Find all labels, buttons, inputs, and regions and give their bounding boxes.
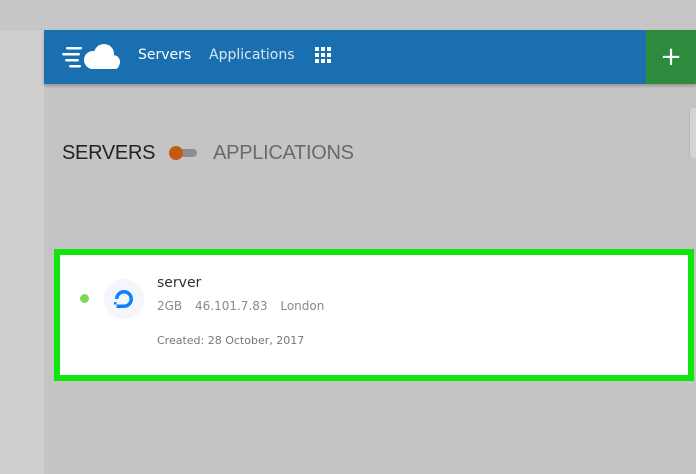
left-panel <box>0 30 44 474</box>
server-location: London <box>280 299 325 313</box>
digitalocean-icon <box>104 279 144 319</box>
grid-icon[interactable] <box>315 47 331 63</box>
server-created-date: Created: 28 October, 2017 <box>157 334 305 347</box>
servers-applications-toggle: SERVERS APPLICATIONS <box>62 140 354 166</box>
nav-servers-link[interactable]: Servers <box>138 47 191 63</box>
cloud-logo-icon[interactable] <box>60 39 122 75</box>
page: Servers Applications + SERVERS APPLICATI… <box>0 0 696 474</box>
toggle-label-servers[interactable]: SERVERS <box>62 142 155 165</box>
server-card[interactable]: server 2GB 46.101.7.83 London Created: 2… <box>54 249 694 381</box>
nav-applications-link[interactable]: Applications <box>209 47 295 63</box>
server-name[interactable]: server <box>157 275 201 291</box>
browser-top-strip <box>0 0 696 30</box>
toggle-switch[interactable] <box>169 146 199 160</box>
toggle-knob <box>169 146 184 160</box>
status-indicator <box>80 294 89 303</box>
add-server-button[interactable]: + <box>646 30 696 84</box>
server-ip: 46.101.7.83 <box>195 299 268 313</box>
app-window: Servers Applications + SERVERS APPLICATI… <box>44 30 696 474</box>
side-scroll-handle[interactable] <box>689 108 696 158</box>
toggle-label-applications[interactable]: APPLICATIONS <box>213 142 354 165</box>
server-size: 2GB <box>157 299 183 313</box>
top-navbar: Servers Applications + <box>44 30 696 84</box>
server-meta: 2GB 46.101.7.83 London <box>157 299 333 313</box>
